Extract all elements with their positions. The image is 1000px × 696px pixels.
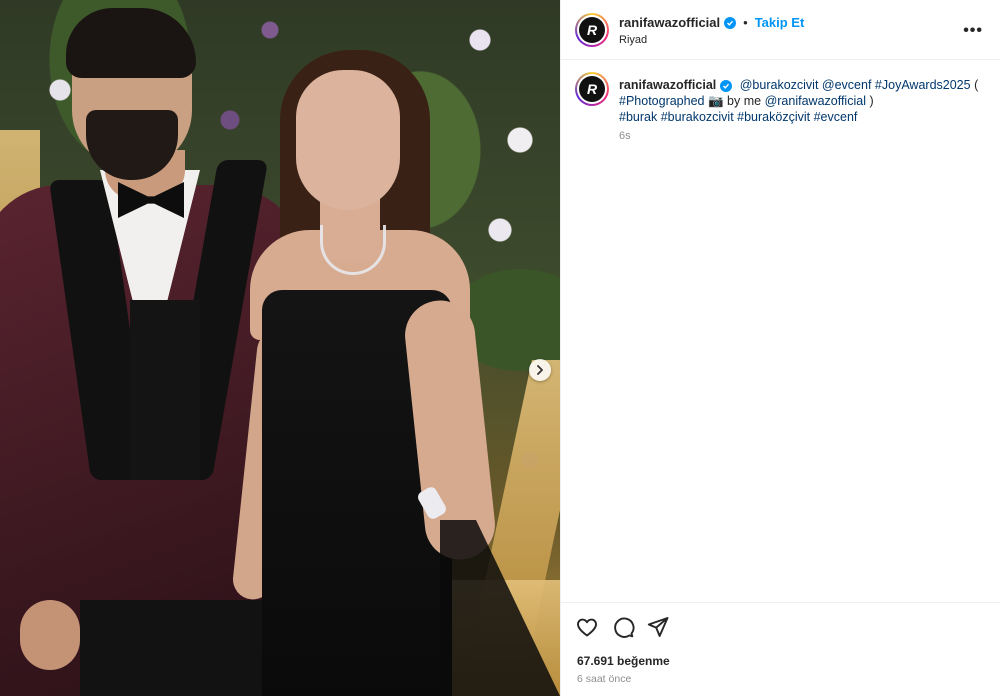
follow-button[interactable]: Takip Et [755,15,805,30]
man-hand [20,600,80,670]
share-button[interactable] [646,615,670,639]
hashtag-link[interactable]: #Photographed [619,94,705,108]
like-count[interactable]: 67.691 beğenme [577,654,670,668]
comments-area [561,150,1000,600]
woman-head [296,70,400,210]
avatar[interactable]: R [575,13,609,47]
heart-icon [577,618,597,637]
caption-text: ( [974,78,979,92]
camera-icon: 📷 [707,94,724,108]
hashtag-link[interactable]: #buraközçivit [737,110,810,124]
header-name-row: ranifawazofficial • Takip Et [619,15,804,30]
caption-username[interactable]: ranifawazofficial [619,78,716,92]
hashtag-link[interactable]: #JoyAwards2025 [875,78,971,92]
caption-line-2: #Photographed 📷 by me @ranifawazofficial… [619,93,989,109]
caption-timestamp: 6s [619,130,631,142]
more-options-icon[interactable]: ••• [963,22,983,40]
man-vest [130,300,200,480]
man-pants [80,600,280,696]
caption-text: ) [869,94,874,108]
verified-icon [724,16,737,29]
post-username[interactable]: ranifawazofficial [619,15,720,30]
avatar-logo: R [579,76,605,102]
avatar-logo: R [579,17,605,43]
comment-icon [614,617,635,638]
caption-line-3: #burak #burakozcivit #buraközçivit #evce… [619,109,989,125]
hashtag-link[interactable]: #burak [619,110,657,124]
mention-link[interactable]: @burakozcivit [740,78,819,92]
post-sidebar: R ranifawazofficial • Takip Et Riyad •••… [560,0,1000,696]
verified-icon [720,80,733,92]
comment-button[interactable] [611,615,635,639]
post-location[interactable]: Riyad [619,34,647,46]
hashtag-link[interactable]: #evcenf [814,110,858,124]
caption-line-1: ranifawazofficial @burakozcivit @evcenf … [619,77,989,93]
carousel-next-button[interactable] [529,359,551,381]
action-bar: 67.691 beğenme 6 saat önce [561,602,1000,696]
like-button[interactable] [575,615,599,639]
chevron-right-icon [537,365,543,375]
mention-link[interactable]: @ranifawazofficial [765,94,866,108]
post-photo[interactable] [0,0,560,696]
separator-dot: • [743,15,748,30]
post-caption: ranifawazofficial @burakozcivit @evcenf … [619,77,989,125]
hashtag-link[interactable]: #burakozcivit [661,110,734,124]
share-icon [647,617,669,637]
caption-text: by me [727,94,762,108]
post-time-ago: 6 saat önce [577,673,632,685]
mention-link[interactable]: @evcenf [822,78,872,92]
post-header: R ranifawazofficial • Takip Et Riyad ••• [561,0,1000,60]
caption-avatar[interactable]: R [575,72,609,106]
